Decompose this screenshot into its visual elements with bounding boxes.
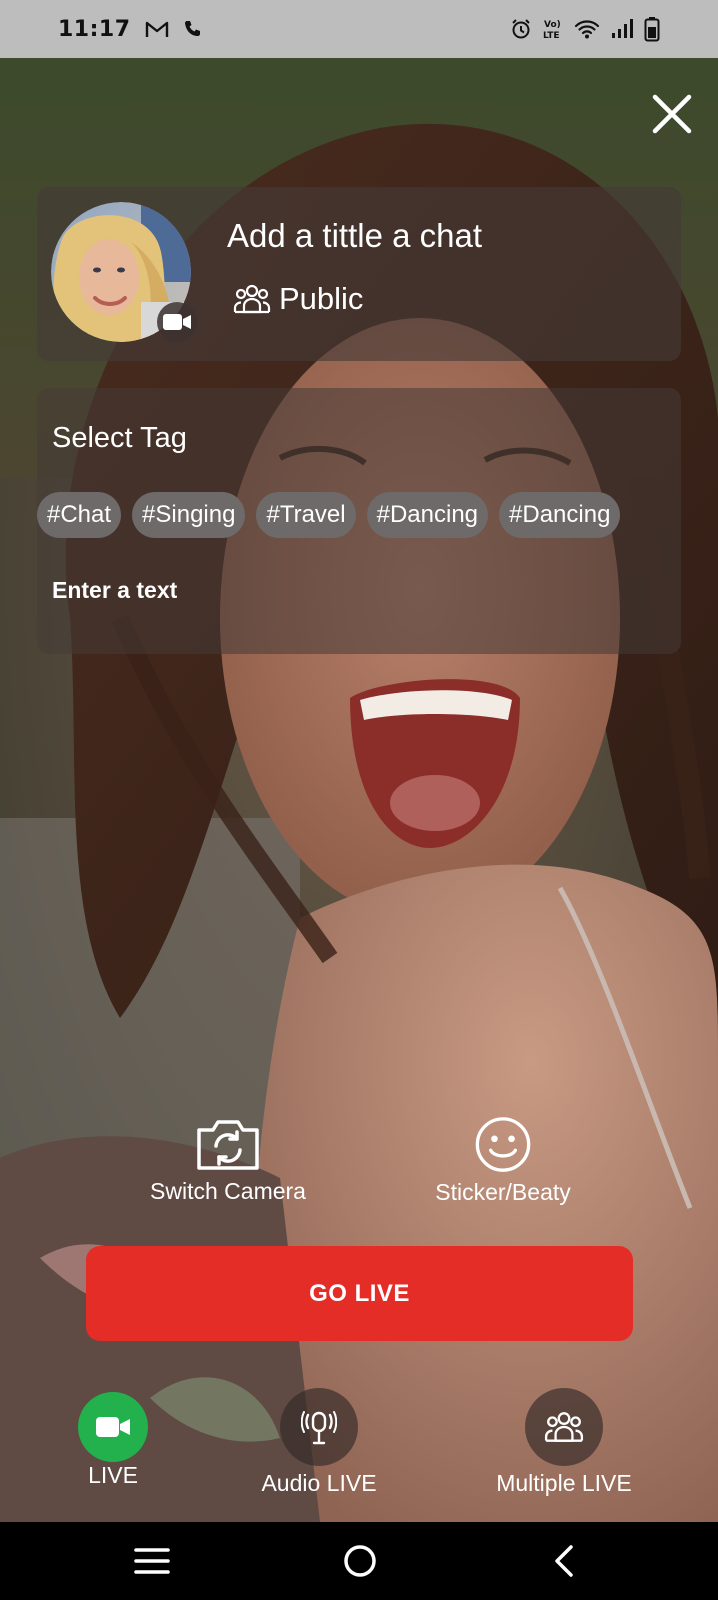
- menu-icon: [134, 1548, 170, 1574]
- mode-audio-circle: [280, 1388, 358, 1466]
- status-bar: 11:17 Vo) LTE: [0, 0, 718, 58]
- mode-multi-circle: [525, 1388, 603, 1466]
- sticker-beauty-label: Sticker/Beaty: [435, 1179, 571, 1205]
- select-tag-label: Select Tag: [52, 422, 187, 454]
- home-circle-icon: [344, 1545, 376, 1577]
- avatar-camera-badge: [157, 302, 197, 342]
- group-icon: [233, 284, 271, 314]
- phone-icon: [184, 21, 200, 36]
- switch-camera-button[interactable]: Switch Camera: [130, 1116, 326, 1206]
- mode-live-label: LIVE: [88, 1462, 138, 1488]
- tag-chip-dancing-2[interactable]: #Dancing: [499, 492, 621, 538]
- mode-tab-live[interactable]: LIVE: [78, 1388, 148, 1489]
- status-time: 11:17: [58, 16, 131, 42]
- gmail-icon: [145, 21, 168, 37]
- tag-chip-chat[interactable]: #Chat: [37, 492, 122, 538]
- tags-row[interactable]: #Chat #Singing #Travel #Dancing #Dancing: [37, 492, 681, 538]
- status-left-icons: [145, 19, 203, 39]
- switch-camera-icon: [197, 1120, 259, 1170]
- close-button[interactable]: [650, 92, 694, 136]
- battery-icon: [644, 17, 660, 42]
- privacy-selector[interactable]: Public: [233, 279, 363, 319]
- alarm-icon: [512, 19, 530, 39]
- avatar-wrap[interactable]: [51, 202, 197, 342]
- privacy-label: Public: [279, 281, 364, 316]
- volte-icon: Vo) LTE: [543, 20, 561, 41]
- group-icon: [544, 1412, 584, 1442]
- smile-icon: [475, 1117, 531, 1172]
- go-live-button[interactable]: GO LIVE: [86, 1246, 633, 1341]
- system-nav-bar: [0, 1522, 718, 1600]
- stream-info-card: Add a tittle a chat Public: [37, 187, 681, 361]
- tag-chip-dancing[interactable]: #Dancing: [366, 492, 489, 538]
- svg-text:LTE: LTE: [543, 31, 560, 41]
- nav-recent-apps-button[interactable]: [127, 1536, 177, 1586]
- svg-text:Vo): Vo): [544, 20, 561, 30]
- tag-text-input[interactable]: [52, 568, 652, 612]
- nav-home-button[interactable]: [335, 1536, 385, 1586]
- video-camera-icon: [163, 314, 191, 330]
- stream-title[interactable]: Add a tittle a chat: [227, 217, 482, 255]
- nav-back-button[interactable]: [540, 1536, 590, 1586]
- close-icon: [652, 94, 692, 134]
- status-right-icons: Vo) LTE: [510, 0, 660, 58]
- sticker-beauty-button[interactable]: Sticker/Beaty: [413, 1116, 593, 1206]
- tag-chip-singing[interactable]: #Singing: [132, 492, 246, 538]
- wifi-icon: [574, 20, 600, 39]
- tag-chip-travel[interactable]: #Travel: [256, 492, 356, 538]
- go-live-screen: 11:17 Vo) LTE Add a tittle a chat Public…: [0, 0, 718, 1600]
- tag-card: Select Tag #Chat #Singing #Travel #Danci…: [37, 388, 681, 654]
- mode-live-circle: [78, 1392, 148, 1462]
- mode-tab-audio-live[interactable]: Audio LIVE: [249, 1388, 389, 1497]
- video-camera-icon: [96, 1417, 130, 1437]
- mode-tab-multiple-live[interactable]: Multiple LIVE: [480, 1388, 648, 1497]
- microphone-broadcast-icon: [301, 1411, 337, 1445]
- chevron-left-icon: [555, 1545, 573, 1577]
- mode-multi-label: Multiple LIVE: [496, 1470, 632, 1496]
- switch-camera-label: Switch Camera: [150, 1178, 306, 1204]
- signal-icon: [612, 19, 633, 38]
- mode-audio-label: Audio LIVE: [261, 1470, 377, 1496]
